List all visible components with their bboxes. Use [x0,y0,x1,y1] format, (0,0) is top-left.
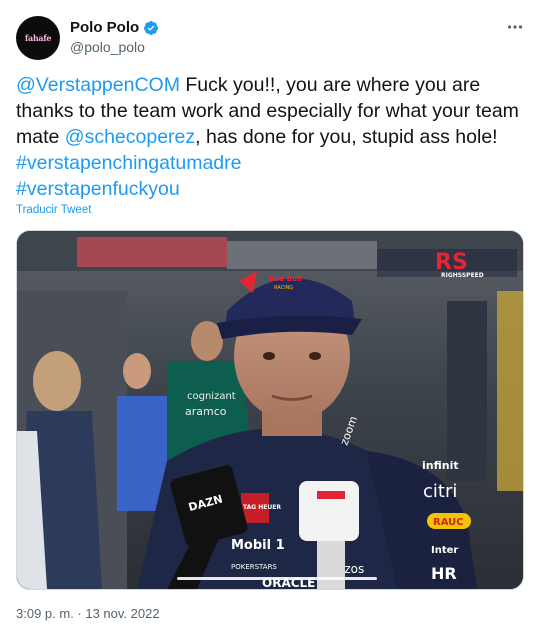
citrix-logo-text: citri [423,481,457,502]
author-display-name[interactable]: Polo Polo [70,19,139,36]
hashtag-verstapenchingatumadre[interactable]: #verstapenchingatumadre [16,152,241,174]
mention-verstappencom[interactable]: @VerstappenCOM [16,74,180,96]
infiniti-logo-text: infinit [422,459,459,472]
tweet-media-photo[interactable]: RS RIGHSSPEED cognizant aramco Red Bull … [16,230,524,590]
aramco-logo-text: aramco [185,405,227,418]
honda-logo-text: HR [431,564,457,583]
mobil-logo-text: Mobil 1 [231,538,285,553]
intel-logo-text: Inter [431,545,458,556]
cap-brand-text: Red Bull [269,275,302,283]
more-options-icon[interactable] [506,18,524,36]
tweet-timestamp[interactable]: 3:09 p. m. · 13 nov. 2022 [16,606,160,621]
pokerstars-logo-text: POKERSTARS [231,563,277,571]
translate-tweet-link[interactable]: Traducir Tweet [16,204,91,216]
rauch-logo-text: RAUC [433,517,464,528]
rs-watermark: RS RIGHSSPEED [377,249,517,279]
cognizant-logo-text: cognizant [187,391,236,402]
avatar[interactable]: fahafe [16,16,60,60]
verified-badge-icon [143,20,159,36]
tweet-text: @VerstappenCOM Fuck you!!, you are where… [16,72,521,202]
mention-schecoperez[interactable]: @schecoperez [65,126,195,148]
media-illustration: RS RIGHSSPEED cognizant aramco Red Bull … [17,231,523,589]
rs-watermark-sub: RIGHSSPEED [441,272,484,279]
tweet-card: fahafe Polo Polo @polo_polo @VerstappenC… [0,0,540,634]
tag-heuer-logo-text: TAG HEUER [243,504,281,511]
avatar-logo-text: fahafe [24,33,52,43]
author-handle[interactable]: @polo_polo [70,39,145,55]
cap-brand-sub-text: RACING [274,285,293,291]
hashtag-verstapenfuckyou[interactable]: #verstapenfuckyou [16,178,180,200]
tweet-text-part-2: , has done for you, stupid ass hole! [195,126,498,148]
author-name-row: Polo Polo [70,19,159,36]
